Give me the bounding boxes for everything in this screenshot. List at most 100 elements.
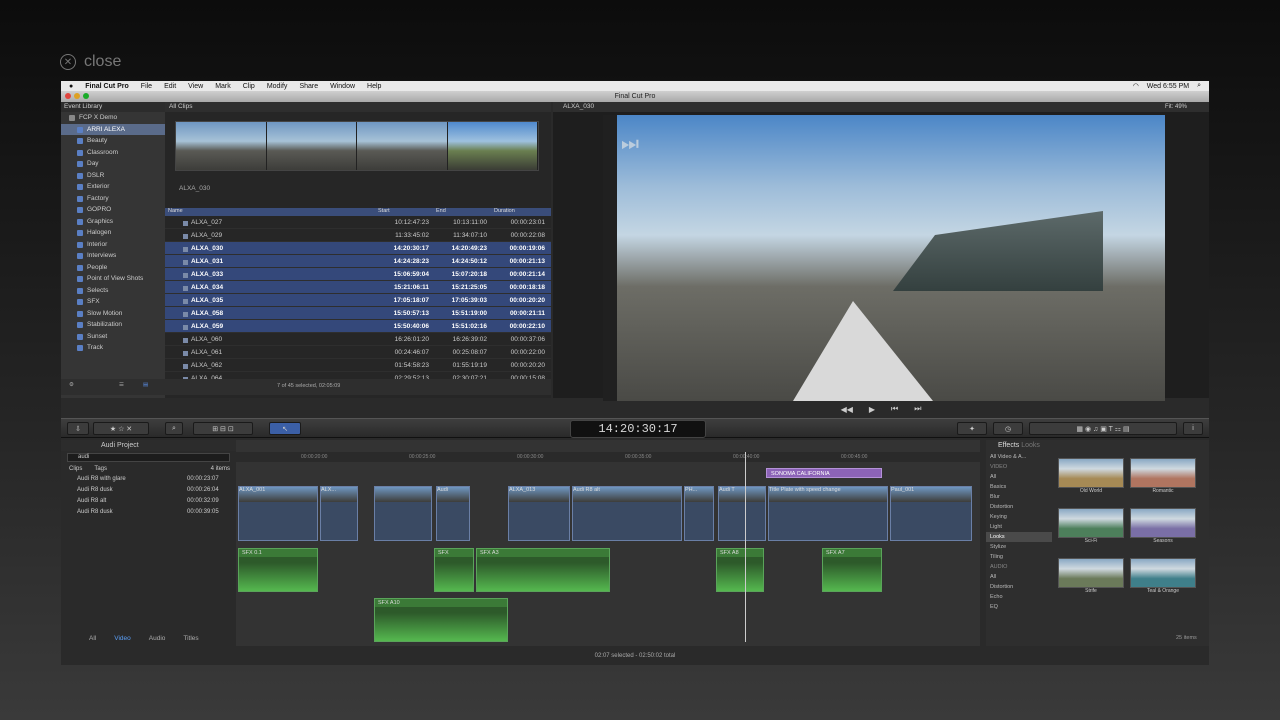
- effects-category[interactable]: Distortion: [986, 582, 1052, 592]
- library-item[interactable]: Stabilization: [61, 319, 165, 331]
- timeline-ruler[interactable]: 00:00:20:00 00:00:25:00 00:00:30:00 00:00:3…: [236, 452, 980, 462]
- zoom-fit[interactable]: Fit: 49%: [1165, 102, 1187, 112]
- clip-row[interactable]: ALXA_059 15:50:40:06 15:51:02:16 00:00:22:1…: [165, 320, 551, 333]
- video-clip[interactable]: Audi R8 alt: [572, 486, 682, 541]
- wifi-icon[interactable]: ◠: [1133, 82, 1139, 90]
- keyword-icon[interactable]: ⌕: [165, 422, 183, 435]
- library-item[interactable]: Point of View Shots: [61, 273, 165, 285]
- enhance-icon[interactable]: ✦: [957, 422, 987, 435]
- menu-help[interactable]: Help: [367, 83, 381, 90]
- menu-share[interactable]: Share: [299, 83, 318, 90]
- rewind-icon[interactable]: ◀◀: [841, 405, 853, 414]
- clip-row[interactable]: ALXA_029 11:33:45:02 11:34:07:10 00:00:22:0…: [165, 229, 551, 242]
- list-view-icon[interactable]: ☰: [119, 382, 124, 388]
- library-item[interactable]: Halogen: [61, 227, 165, 239]
- library-item[interactable]: People: [61, 262, 165, 274]
- window-zoom-icon[interactable]: [83, 93, 89, 99]
- menu-app-name[interactable]: Final Cut Pro: [85, 83, 129, 90]
- effects-category[interactable]: VIDEO: [986, 462, 1052, 472]
- import-icon[interactable]: ⇩: [67, 422, 89, 435]
- effects-category[interactable]: Tiling: [986, 552, 1052, 562]
- library-item[interactable]: Selects: [61, 285, 165, 297]
- tab-audio[interactable]: Audio: [149, 635, 166, 646]
- library-item[interactable]: ARRI ALEXA: [61, 123, 165, 135]
- media-browser-buttons[interactable]: ▦ ◉ ♫ ▣ T ⚏ ▤: [1029, 422, 1177, 435]
- col-name[interactable]: Name: [165, 208, 375, 216]
- effect-item[interactable]: Romantic: [1130, 458, 1196, 500]
- library-item[interactable]: Classroom: [61, 147, 165, 159]
- library-item[interactable]: Interior: [61, 239, 165, 251]
- effects-category[interactable]: Keying: [986, 512, 1052, 522]
- library-item[interactable]: Day: [61, 158, 165, 170]
- effects-category[interactable]: AUDIO: [986, 562, 1052, 572]
- library-item[interactable]: Exterior: [61, 181, 165, 193]
- effect-item[interactable]: Teal & Orange: [1130, 558, 1196, 600]
- effects-category[interactable]: Stylize: [986, 542, 1052, 552]
- effects-category[interactable]: Distortion: [986, 502, 1052, 512]
- filmstrip[interactable]: [175, 121, 539, 171]
- clip-row[interactable]: ALXA_027 10:12:47:23 10:13:11:00 00:00:23:0…: [165, 216, 551, 229]
- video-clip[interactable]: [374, 486, 432, 541]
- video-clip[interactable]: PH...: [684, 486, 714, 541]
- audio-clip[interactable]: SFX A7: [822, 548, 882, 592]
- index-row[interactable]: Audi R8 dusk 00:00:39:05: [61, 507, 236, 518]
- col-end[interactable]: End: [433, 208, 491, 216]
- video-clip[interactable]: Audi: [436, 486, 470, 541]
- clip-row[interactable]: ALXA_058 15:50:57:13 15:51:19:00 00:00:21:1…: [165, 307, 551, 320]
- col-duration[interactable]: Duration: [491, 208, 549, 216]
- window-close-icon[interactable]: [65, 93, 71, 99]
- clip-row[interactable]: ALXA_034 15:21:06:11 15:21:25:05 00:00:18:1…: [165, 281, 551, 294]
- clip-row[interactable]: ALXA_033 15:06:59:04 15:07:20:18 00:00:21:1…: [165, 268, 551, 281]
- menu-file[interactable]: File: [141, 83, 152, 90]
- tab-titles[interactable]: Titles: [183, 635, 198, 646]
- effects-category[interactable]: Light: [986, 522, 1052, 532]
- library-item[interactable]: Sunset: [61, 331, 165, 343]
- tab-all[interactable]: All: [89, 635, 96, 646]
- video-frame[interactable]: ⏭: [603, 115, 1165, 401]
- gear-icon[interactable]: ⚙: [69, 382, 74, 388]
- video-clip[interactable]: Paul_001: [890, 486, 972, 541]
- timeline[interactable]: 00:00:20:00 00:00:25:00 00:00:30:00 00:00:3…: [236, 440, 980, 646]
- effects-category[interactable]: All: [986, 572, 1052, 582]
- menu-mark[interactable]: Mark: [215, 83, 231, 90]
- filmstrip-view-icon[interactable]: ▤: [143, 382, 148, 388]
- audio-clip[interactable]: SFX A8: [716, 548, 764, 592]
- library-item[interactable]: Factory: [61, 193, 165, 205]
- effect-item[interactable]: Old World: [1058, 458, 1124, 500]
- library-item[interactable]: Interviews: [61, 250, 165, 262]
- menu-modify[interactable]: Modify: [267, 83, 288, 90]
- menu-window[interactable]: Window: [330, 83, 355, 90]
- effects-category[interactable]: Basics: [986, 482, 1052, 492]
- tool-select-icon[interactable]: ↖: [269, 422, 301, 435]
- prev-edit-icon[interactable]: ⏮: [891, 404, 898, 414]
- apple-icon[interactable]: ●: [69, 83, 73, 90]
- audio-clip[interactable]: SFX A3: [476, 548, 610, 592]
- effect-item[interactable]: Seasons: [1130, 508, 1196, 550]
- clock[interactable]: Wed 6:55 PM: [1147, 83, 1189, 90]
- video-clip[interactable]: ALXA_013: [508, 486, 570, 541]
- index-row[interactable]: Audi R8 with glare 00:00:23:07: [61, 474, 236, 485]
- clip-row[interactable]: ALXA_035 17:05:18:07 17:05:39:03 00:00:20:2…: [165, 294, 551, 307]
- menu-edit[interactable]: Edit: [164, 83, 176, 90]
- index-row[interactable]: Audi R8 dusk 00:00:26:04: [61, 485, 236, 496]
- browser-title[interactable]: All Clips: [165, 102, 551, 112]
- col-start[interactable]: Start: [375, 208, 433, 216]
- library-item[interactable]: GOPRO: [61, 204, 165, 216]
- index-search-input[interactable]: audi: [67, 453, 230, 462]
- index-tab-clips[interactable]: Clips: [69, 464, 82, 474]
- retime-icon[interactable]: ◷: [993, 422, 1023, 435]
- library-item[interactable]: Beauty: [61, 135, 165, 147]
- effects-category[interactable]: EQ: [986, 602, 1052, 612]
- clip-row[interactable]: ALXA_031 14:24:28:23 14:24:50:12 00:00:21:1…: [165, 255, 551, 268]
- clip-row[interactable]: ALXA_060 16:26:01:20 16:26:39:02 00:00:37:0…: [165, 333, 551, 346]
- edit-buttons[interactable]: ⊞ ⊟ ⊡: [193, 422, 253, 435]
- video-clip[interactable]: Title Plate with speed change: [768, 486, 888, 541]
- effects-category[interactable]: Blur: [986, 492, 1052, 502]
- next-edit-icon[interactable]: ⏭: [914, 404, 921, 414]
- play-icon[interactable]: ▶: [869, 405, 875, 414]
- tab-video[interactable]: Video: [114, 635, 131, 646]
- index-row[interactable]: Audi R8 alt 00:00:32:09: [61, 496, 236, 507]
- inspector-icon[interactable]: i: [1183, 422, 1203, 435]
- clip-row[interactable]: ALXA_062 01:54:58:23 01:55:19:19 00:00:20:2…: [165, 359, 551, 372]
- library-item[interactable]: FCP X Demo: [61, 112, 165, 124]
